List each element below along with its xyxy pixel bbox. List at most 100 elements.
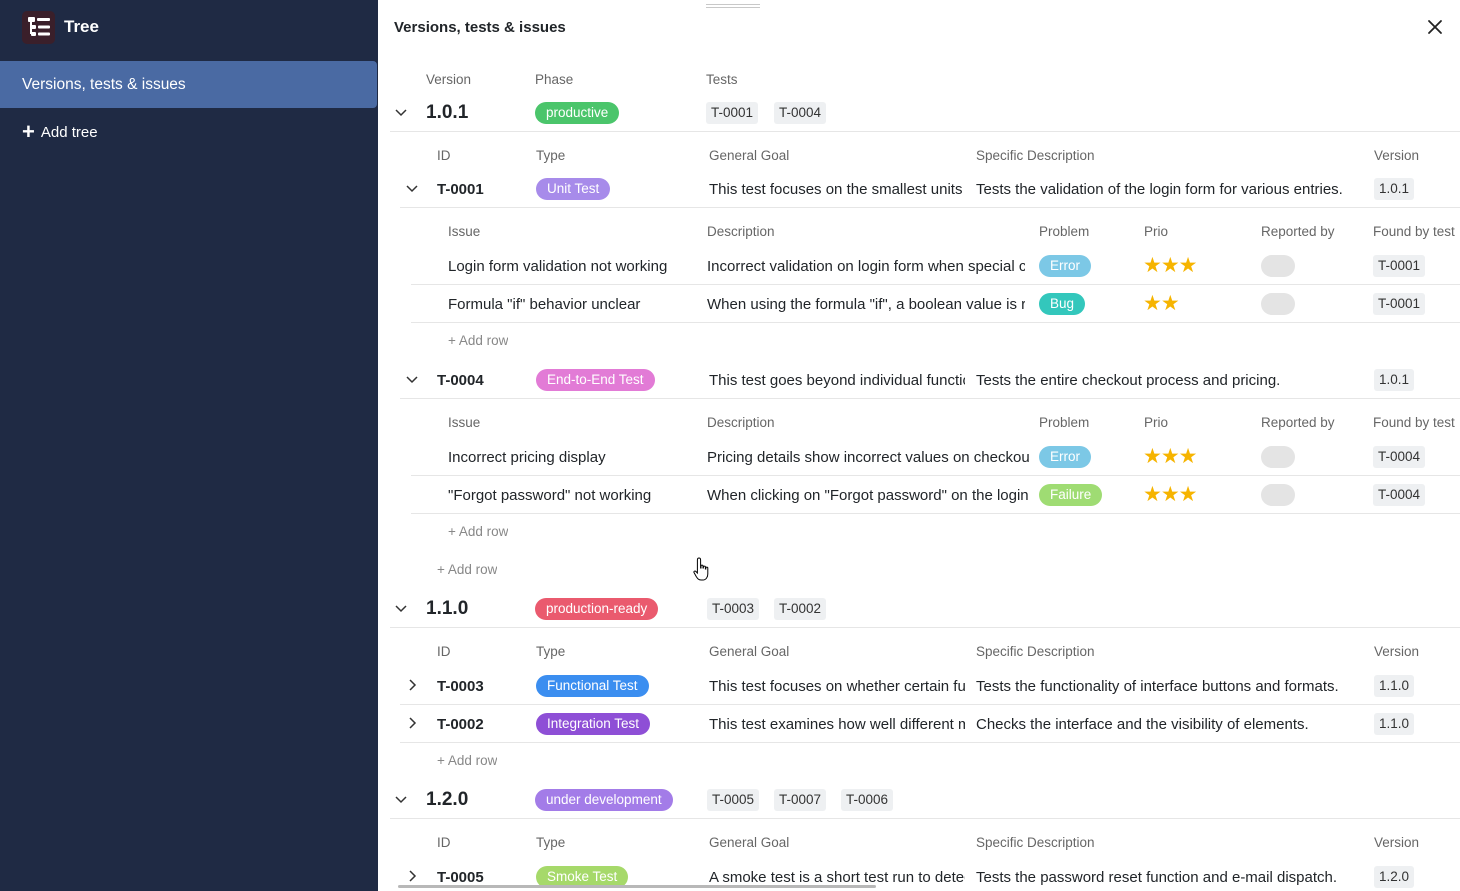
specific-description-cell[interactable]: Tests the entire checkout process and pr… xyxy=(976,372,1366,389)
issue-name-cell[interactable]: Formula "if" behavior unclear xyxy=(448,296,698,313)
divider xyxy=(411,475,1460,476)
specific-description-cell[interactable]: Tests the functionality of interface but… xyxy=(976,678,1366,695)
reported-by-avatar[interactable] xyxy=(1261,293,1295,315)
test-link-chip[interactable]: T-0007 xyxy=(774,789,827,811)
star-icon: ★★★ xyxy=(1143,255,1197,277)
found-by-test-header: Found by test xyxy=(1373,415,1455,430)
add-tree-label: Add tree xyxy=(40,123,98,141)
issue-name-cell[interactable]: "Forgot password" not working xyxy=(448,487,698,504)
specific-description-header: Specific Description xyxy=(976,644,1095,659)
problem-badge[interactable]: Failure xyxy=(1039,484,1103,506)
general-goal-header: General Goal xyxy=(709,835,790,850)
version-chip[interactable]: 1.2.0 xyxy=(1374,866,1415,888)
chevron-down-icon[interactable] xyxy=(405,373,419,387)
general-goal-cell[interactable]: This test examines how well different mo… xyxy=(709,716,965,733)
phase-badge[interactable]: production-ready xyxy=(535,598,659,620)
phase-header: Phase xyxy=(535,72,574,87)
general-goal-cell[interactable]: This test focuses on the smallest units … xyxy=(709,181,965,198)
prio-rating[interactable]: ★★★ xyxy=(1143,446,1196,468)
test-link-chip[interactable]: T-0002 xyxy=(774,598,827,620)
general-goal-cell[interactable]: A smoke test is a short test run to dete… xyxy=(709,869,965,886)
test-id: T-0005 xyxy=(437,869,484,886)
version-chip[interactable]: 1.1.0 xyxy=(1374,675,1415,697)
test-id: T-0001 xyxy=(437,181,484,198)
close-icon[interactable] xyxy=(1425,17,1445,37)
specific-description-cell[interactable]: Tests the password reset function and e-… xyxy=(976,869,1366,886)
general-goal-header: General Goal xyxy=(709,644,790,659)
reported-by-avatar[interactable] xyxy=(1261,255,1295,277)
test-id: T-0002 xyxy=(437,716,484,733)
issue-description-cell[interactable]: When using the formula "if", a boolean v… xyxy=(707,296,1025,313)
chevron-down-icon[interactable] xyxy=(405,182,419,196)
add-tree-button[interactable]: + Add tree xyxy=(22,120,98,144)
test-id: T-0003 xyxy=(437,678,484,695)
test-type-badge[interactable]: End-to-End Test xyxy=(536,369,655,391)
version-chip[interactable]: 1.1.0 xyxy=(1374,713,1415,735)
phase-badge[interactable]: productive xyxy=(535,102,620,124)
general-goal-cell[interactable]: This test focuses on whether certain fun… xyxy=(709,678,965,695)
test-link-chip[interactable]: T-0006 xyxy=(841,789,894,811)
found-by-test-chip[interactable]: T-0001 xyxy=(1373,255,1426,277)
found-by-test-chip[interactable]: T-0004 xyxy=(1373,446,1426,468)
chevron-right-icon[interactable] xyxy=(405,716,419,730)
prio-rating[interactable]: ★★ xyxy=(1143,293,1179,315)
prio-rating[interactable]: ★★★ xyxy=(1143,255,1196,277)
id-header: ID xyxy=(437,835,451,850)
chevron-right-icon[interactable] xyxy=(405,869,419,883)
problem-badge[interactable]: Bug xyxy=(1039,293,1086,315)
chevron-down-icon[interactable] xyxy=(394,106,408,120)
app-title: Tree xyxy=(64,17,99,36)
type-header: Type xyxy=(536,644,566,659)
issue-description-cell[interactable]: Pricing details show incorrect values on… xyxy=(707,449,1029,466)
test-type-badge[interactable]: Functional Test xyxy=(536,675,649,697)
add-issue-row-button[interactable]: + Add row xyxy=(448,524,508,539)
sidebar-item-versions-tests-issues[interactable]: Versions, tests & issues xyxy=(0,61,377,108)
test-type-badge[interactable]: Integration Test xyxy=(536,713,651,735)
issue-description-cell[interactable]: When clicking on "Forgot password" on th… xyxy=(707,487,1029,504)
version-column-header: Version xyxy=(1374,148,1420,163)
specific-description-cell[interactable]: Checks the interface and the visibility … xyxy=(976,716,1366,733)
star-icon: ★★★ xyxy=(1143,484,1197,506)
phase-badge[interactable]: under development xyxy=(535,789,673,811)
specific-description-cell[interactable]: Tests the validation of the login form f… xyxy=(976,181,1366,198)
reported-by-avatar[interactable] xyxy=(1261,446,1295,468)
divider xyxy=(411,322,1460,323)
problem-badge[interactable]: Error xyxy=(1039,255,1091,277)
drag-handle[interactable] xyxy=(706,4,760,8)
found-by-test-chip[interactable]: T-0004 xyxy=(1373,484,1426,506)
app-header[interactable]: Tree xyxy=(22,10,99,44)
chevron-down-icon[interactable] xyxy=(394,793,408,807)
version-number: 1.0.1 xyxy=(426,102,469,123)
id-header: ID xyxy=(437,148,451,163)
problem-badge[interactable]: Error xyxy=(1039,446,1091,468)
description-header: Description xyxy=(707,224,775,239)
issue-name-cell[interactable]: Login form validation not working xyxy=(448,258,698,275)
divider xyxy=(411,513,1460,514)
issue-description-cell[interactable]: Incorrect validation on login form when … xyxy=(707,258,1025,275)
version-chip[interactable]: 1.0.1 xyxy=(1374,369,1415,391)
version-number: 1.2.0 xyxy=(426,789,469,810)
test-link-chip[interactable]: T-0005 xyxy=(707,789,760,811)
test-link-chip[interactable]: T-0004 xyxy=(774,102,827,124)
horizontal-scrollbar[interactable] xyxy=(398,885,876,888)
add-issue-row-button[interactable]: + Add row xyxy=(448,333,508,348)
found-by-test-chip[interactable]: T-0001 xyxy=(1373,293,1426,315)
general-goal-cell[interactable]: This test goes beyond individual functio… xyxy=(709,372,965,389)
add-test-row-button[interactable]: + Add row xyxy=(437,562,497,577)
issue-name-cell[interactable]: Incorrect pricing display xyxy=(448,449,698,466)
divider xyxy=(411,284,1460,285)
version-chip[interactable]: 1.0.1 xyxy=(1374,178,1415,200)
chevron-down-icon[interactable] xyxy=(394,602,408,616)
add-test-row-button[interactable]: + Add row xyxy=(437,753,497,768)
version-column-header: Version xyxy=(1374,835,1420,850)
test-link-chip[interactable]: T-0003 xyxy=(707,598,760,620)
reported-by-avatar[interactable] xyxy=(1261,484,1295,506)
prio-rating[interactable]: ★★★ xyxy=(1143,484,1196,506)
test-link-chip[interactable]: T-0001 xyxy=(706,102,759,124)
chevron-right-icon[interactable] xyxy=(405,678,419,692)
version-number: 1.1.0 xyxy=(426,598,469,619)
test-type-badge[interactable]: Unit Test xyxy=(536,178,611,200)
general-goal-header: General Goal xyxy=(709,148,790,163)
panel-title: Versions, tests & issues xyxy=(394,19,566,36)
version-header: Version xyxy=(426,72,472,87)
